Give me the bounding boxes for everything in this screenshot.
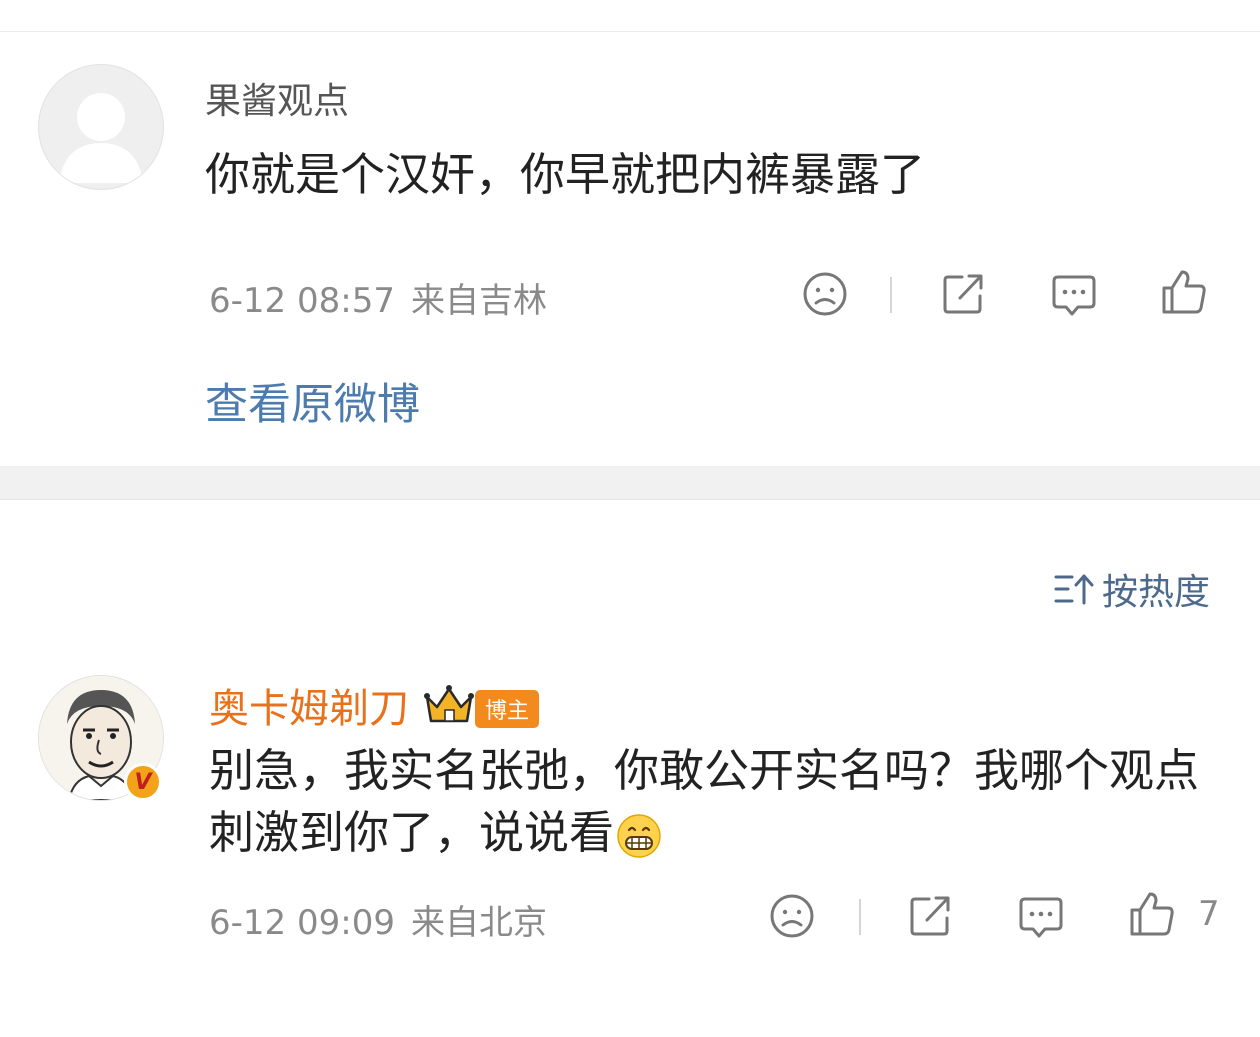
comment-author[interactable]: 果酱观点	[205, 72, 349, 124]
thumbs-up-icon	[1162, 270, 1206, 314]
crown-icon	[424, 685, 474, 723]
comment-button[interactable]	[1017, 893, 1065, 941]
comment-icon	[1052, 275, 1096, 316]
thumbs-up-icon	[1130, 892, 1174, 936]
like-button[interactable]: 7	[1128, 890, 1220, 938]
comment-author[interactable]: 奥卡姆剃刀	[209, 676, 409, 734]
comment-location: 来自吉林	[410, 281, 547, 321]
sort-toggle[interactable]: 按热度	[1054, 563, 1210, 615]
share-icon	[910, 896, 950, 936]
comment-icon	[1019, 897, 1063, 938]
author-row: 奥卡姆剃刀 博主	[209, 676, 540, 734]
dislike-button[interactable]	[769, 893, 815, 939]
sad-face-icon	[803, 272, 847, 316]
share-button[interactable]	[940, 271, 986, 317]
comment-text-content: 别急，我实名张弛，你敢公开实名吗？我哪个观点刺激到你了，说说看	[209, 744, 1200, 859]
sad-face-icon	[770, 894, 814, 938]
verified-badge: V	[124, 763, 162, 801]
author-badge: 博主	[475, 690, 540, 728]
avatar[interactable]	[38, 64, 164, 190]
share-button[interactable]	[907, 893, 953, 939]
comment-text: 你就是个汉奸，你早就把内裤暴露了	[205, 148, 926, 201]
action-separator	[890, 277, 892, 313]
comment-meta: 6-12 09:09 来自北京	[209, 895, 547, 944]
share-icon	[943, 274, 983, 314]
top-divider	[0, 31, 1260, 32]
sort-label: 按热度	[1101, 572, 1210, 613]
view-original-link[interactable]: 查看原微博	[205, 370, 420, 432]
comment-time: 6-12 09:09	[209, 903, 395, 943]
comment-meta: 6-12 08:57 来自吉林	[209, 273, 547, 322]
default-avatar-icon	[59, 93, 143, 183]
comment-location: 来自北京	[410, 903, 547, 943]
comment-button[interactable]	[1050, 271, 1098, 319]
comment-text: 别急，我实名张弛，你敢公开实名吗？我哪个观点刺激到你了，说说看	[209, 740, 1219, 864]
comment-time: 6-12 08:57	[209, 281, 395, 321]
dislike-button[interactable]	[802, 271, 848, 317]
like-button[interactable]	[1160, 268, 1208, 316]
section-divider	[0, 466, 1260, 500]
sort-icon	[1054, 574, 1094, 605]
action-separator	[859, 899, 861, 935]
grin-emoji-icon	[617, 814, 661, 858]
like-count: 7	[1198, 894, 1220, 934]
